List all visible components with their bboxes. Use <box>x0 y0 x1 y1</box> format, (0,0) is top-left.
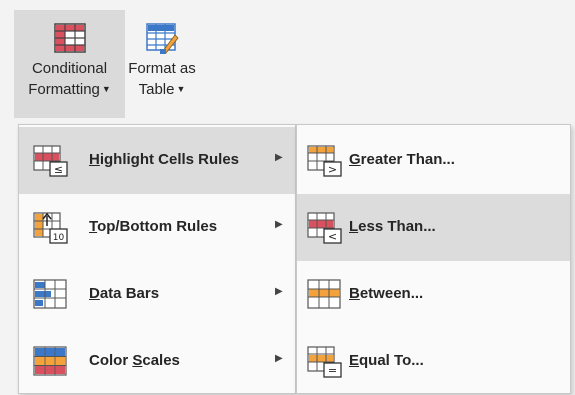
menu-item-data-bars[interactable]: Data Bars ▶ <box>19 261 295 328</box>
format-as-table-label-line2: Table <box>138 81 175 98</box>
submenu-item-label: Greater Than... <box>349 151 455 168</box>
conditional-formatting-label-line1: Conditional <box>31 60 108 77</box>
submenu-arrow-icon: ▶ <box>275 353 283 364</box>
submenu-arrow-icon: ▶ <box>275 286 283 297</box>
highlight-cells-rules-submenu: > Greater Than... < Less Than... Between… <box>296 124 571 394</box>
between-icon <box>307 279 341 309</box>
conditional-formatting-menu: ≤ Highlight Cells Rules ▶ 10 Top/Bottom … <box>18 124 296 394</box>
menu-item-label: Top/Bottom Rules <box>89 218 218 235</box>
submenu-arrow-icon: ▶ <box>275 152 283 163</box>
data-bars-icon <box>33 279 67 309</box>
ribbon: Conditional Formatting ▼ Format as Table ▼ <box>0 0 575 122</box>
submenu-item-label: Between... <box>349 285 424 302</box>
menu-item-color-scales[interactable]: Color Scales ▶ <box>19 328 295 395</box>
svg-text:≤: ≤ <box>54 163 63 176</box>
svg-text:=: = <box>328 364 337 377</box>
dropdown-caret-icon: ▼ <box>176 84 186 94</box>
menu-item-top-bottom-rules[interactable]: 10 Top/Bottom Rules ▶ <box>19 194 295 261</box>
highlight-cells-rules-icon: ≤ <box>33 145 68 177</box>
menu-item-label: Color Scales <box>89 352 180 369</box>
menu-item-highlight-cells-rules[interactable]: ≤ Highlight Cells Rules ▶ <box>19 127 295 194</box>
submenu-arrow-icon: ▶ <box>275 219 283 230</box>
equal-to-icon: = <box>307 346 342 378</box>
dropdown-caret-icon: ▼ <box>101 84 111 94</box>
svg-text:10: 10 <box>53 233 65 243</box>
menu-item-label: Data Bars <box>89 285 160 302</box>
submenu-item-between[interactable]: Between... <box>297 261 570 328</box>
conditional-formatting-label-line2: Formatting <box>28 81 100 98</box>
conditional-formatting-icon <box>53 23 86 53</box>
svg-text:>: > <box>328 163 337 176</box>
submenu-item-label: Less Than... <box>349 218 436 235</box>
format-as-table-icon <box>146 23 179 54</box>
conditional-formatting-button[interactable]: Conditional Formatting ▼ <box>14 10 125 118</box>
greater-than-icon: > <box>307 145 342 177</box>
submenu-item-equal-to[interactable]: = Equal To... <box>297 328 570 395</box>
format-as-table-button[interactable]: Format as Table ▼ <box>127 10 197 118</box>
submenu-item-greater-than[interactable]: > Greater Than... <box>297 127 570 194</box>
svg-text:<: < <box>328 230 337 243</box>
less-than-icon: < <box>307 212 342 244</box>
format-as-table-label-line1: Format as <box>128 60 196 77</box>
menu-item-label: Highlight Cells Rules <box>89 151 240 168</box>
submenu-item-label: Equal To... <box>349 352 424 369</box>
color-scales-icon <box>33 346 67 376</box>
top-bottom-rules-icon: 10 <box>33 212 68 244</box>
submenu-item-less-than[interactable]: < Less Than... <box>297 194 570 261</box>
